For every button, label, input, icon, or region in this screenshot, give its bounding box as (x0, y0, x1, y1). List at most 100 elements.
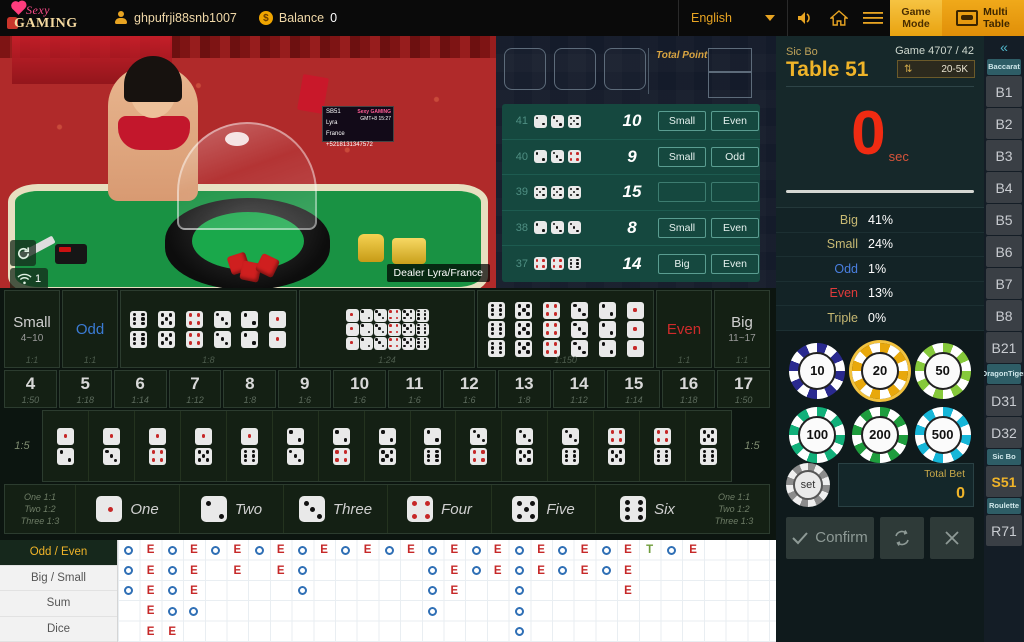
chevron-double-left-icon[interactable]: « (984, 36, 1024, 58)
table-item-B4[interactable]: B4 (986, 172, 1022, 203)
bet-pair-2-6[interactable] (410, 411, 456, 481)
bet-pair-2-5[interactable] (364, 411, 410, 481)
bet-single-five[interactable]: Five (491, 485, 595, 533)
table-item-B21[interactable]: B21 (986, 332, 1022, 363)
bet-single-three[interactable]: Three (283, 485, 387, 533)
bet-sum-4[interactable]: 41:50 (4, 370, 57, 408)
bet-sum-7[interactable]: 71:12 (169, 370, 222, 408)
bet-specific-triples[interactable]: 1:150 (477, 290, 654, 368)
bet-double-1[interactable] (269, 311, 286, 348)
table-item-R71[interactable]: R71 (986, 515, 1022, 546)
bet-triple-1[interactable] (627, 302, 644, 357)
language-selector[interactable]: English (678, 0, 788, 36)
bet-double-5[interactable] (158, 311, 175, 348)
bet-pair-4-5[interactable] (593, 411, 639, 481)
bet-sum-12[interactable]: 121:6 (443, 370, 496, 408)
table-item-B7[interactable]: B7 (986, 268, 1022, 299)
home-icon[interactable] (822, 0, 856, 36)
bet-odd[interactable]: Odd 1:1 (62, 290, 118, 368)
bet-pair-1-4[interactable] (134, 411, 180, 481)
bet-pair-3-5[interactable] (501, 411, 547, 481)
bet-limit-badge[interactable]: ⇅ 20-5K (897, 60, 975, 78)
table-item-B2[interactable]: B2 (986, 108, 1022, 139)
bet-triple-6[interactable] (488, 302, 505, 357)
bet-sum-10[interactable]: 101:6 (333, 370, 386, 408)
bet-single-six[interactable]: Six (595, 485, 699, 533)
chip-500[interactable]: 500 (915, 407, 971, 463)
table-item-B5[interactable]: B5 (986, 204, 1022, 235)
bet-sum-5[interactable]: 51:18 (59, 370, 112, 408)
bet-sum-11[interactable]: 111:6 (388, 370, 441, 408)
bet-doubles[interactable]: 1:8 (120, 290, 297, 368)
bet-pair-3-6[interactable] (547, 411, 593, 481)
set-chip-button[interactable]: set (786, 463, 830, 507)
table-item-D31[interactable]: D31 (986, 385, 1022, 416)
roadmap-tab-dice[interactable]: Dice (0, 617, 117, 642)
balance-info[interactable]: $ Balance 0 (259, 11, 337, 25)
bet-single-one[interactable]: One (75, 485, 179, 533)
chip-50[interactable]: 50 (915, 343, 971, 399)
bet-pair-2-3[interactable] (272, 411, 318, 481)
bet-sum-6[interactable]: 61:14 (114, 370, 167, 408)
bet-double-6[interactable] (130, 311, 147, 348)
bet-pair-5-6[interactable] (685, 411, 731, 481)
bet-pair-3-4[interactable] (455, 411, 501, 481)
bet-triple-5[interactable] (515, 302, 532, 357)
brand-logo[interactable]: Sexy GAMING (0, 0, 96, 36)
roadmap-cell (595, 540, 617, 560)
multi-table-button[interactable]: Multi Table (942, 0, 1024, 36)
bet-sum-15[interactable]: 151:14 (607, 370, 660, 408)
bet-pair-4-6[interactable] (639, 411, 685, 481)
table-item-D32[interactable]: D32 (986, 417, 1022, 448)
table-item-B1[interactable]: B1 (986, 76, 1022, 107)
stream-quality-indicator[interactable]: 1 (10, 268, 48, 288)
cancel-bet-button[interactable] (930, 517, 974, 559)
table-item-B6[interactable]: B6 (986, 236, 1022, 267)
roadmap-odd-marker (558, 566, 567, 575)
bet-pair-1-3[interactable] (88, 411, 134, 481)
bet-triple-2[interactable] (599, 302, 616, 357)
volume-icon[interactable] (788, 0, 822, 36)
confirm-button[interactable]: Confirm (786, 517, 874, 559)
bet-single-two[interactable]: Two (179, 485, 283, 533)
bet-pair-2-4[interactable] (318, 411, 364, 481)
repeat-bet-button[interactable] (880, 517, 924, 559)
bet-big[interactable]: Big 11~17 1:1 (714, 290, 770, 368)
bet-pair-1-5[interactable] (180, 411, 226, 481)
roadmap-cell (509, 601, 531, 621)
bet-sum-8[interactable]: 81:8 (223, 370, 276, 408)
table-item-B3[interactable]: B3 (986, 140, 1022, 171)
bet-even[interactable]: Even 1:1 (656, 290, 712, 368)
sum-number-label: 5 (81, 374, 90, 394)
bet-sum-13[interactable]: 131:8 (498, 370, 551, 408)
table-item-B8[interactable]: B8 (986, 300, 1022, 331)
menu-icon[interactable] (856, 0, 890, 36)
reload-icon[interactable] (10, 240, 36, 266)
bet-any-triple[interactable]: 1:24 (299, 290, 476, 368)
bet-sum-17[interactable]: 171:50 (717, 370, 770, 408)
roadmap-tab-big-small[interactable]: Big / Small (0, 566, 117, 592)
game-mode-button[interactable]: Game Mode (890, 0, 942, 36)
roadmap-cell (161, 560, 183, 580)
bet-double-4[interactable] (186, 311, 203, 348)
live-video-stream[interactable]: SB51 Lyra France +5218131347572 Sexy GAM… (0, 36, 496, 288)
bet-triple-4[interactable] (543, 302, 560, 357)
chip-10[interactable]: 10 (789, 343, 845, 399)
roadmap-tab-sum[interactable]: Sum (0, 591, 117, 617)
chip-200[interactable]: 200 (852, 407, 908, 463)
bet-sum-9[interactable]: 91:6 (278, 370, 331, 408)
bet-sum-14[interactable]: 141:12 (553, 370, 606, 408)
bet-pair-1-2[interactable] (43, 411, 88, 481)
bet-sum-16[interactable]: 161:18 (662, 370, 715, 408)
bet-double-2[interactable] (241, 311, 258, 348)
bet-triple-3[interactable] (571, 302, 588, 357)
bet-double-3[interactable] (214, 311, 231, 348)
bet-small[interactable]: Small 4~10 1:1 (4, 290, 60, 368)
table-item-S51[interactable]: S51 (986, 466, 1022, 497)
roadmap-tab-odd-even[interactable]: Odd / Even (0, 540, 117, 566)
bet-pair-1-6[interactable] (226, 411, 272, 481)
bet-single-four[interactable]: Four (387, 485, 491, 533)
chip-100[interactable]: 100 (789, 407, 845, 463)
user-info[interactable]: ghpufrji88snb1007 (114, 11, 237, 25)
chip-20[interactable]: 20 (852, 343, 908, 399)
